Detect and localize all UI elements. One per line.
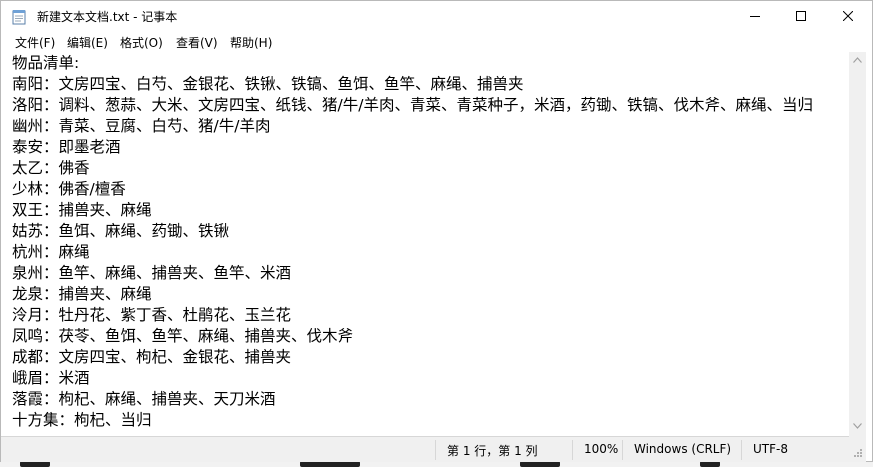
status-separator [435,440,436,460]
menu-view[interactable]: 查看(V) [176,34,218,51]
editor-line: 成都：文房四宝、枸杞、金银花、捕兽夹 [12,348,292,366]
maximize-icon [796,11,806,21]
editor-line: 太乙：佛香 [12,159,90,177]
menu-bar: 文件(F) 编辑(E) 格式(O) 查看(V) 帮助(H) [1,31,872,52]
vertical-scrollbar[interactable] [849,52,866,436]
editor-line: 泰安：即墨老酒 [12,138,121,156]
editor-line: 杭州：麻绳 [12,243,90,261]
editor-line: 凤鸣：茯苓、鱼饵、鱼竿、麻绳、捕兽夹、伐木斧 [12,327,354,345]
editor-line: 姑苏：鱼饵、麻绳、药锄、铁锹 [12,222,230,240]
editor-line: 落霞：枸杞、麻绳、捕兽夹、天刀米酒 [12,390,276,408]
editor-line: 洛阳：调料、葱蒜、大米、文房四宝、纸钱、猪/牛/羊肉、青菜、青菜种子，米酒，药锄… [12,96,813,114]
editor-line: 龙泉：捕兽夹、麻绳 [12,285,152,303]
scroll-down-arrow-icon[interactable] [853,423,862,429]
status-separator [572,440,573,460]
status-separator [622,440,623,460]
title-bar[interactable]: 新建文本文档.txt - 记事本 [1,1,872,31]
close-button[interactable] [825,1,871,31]
menu-help[interactable]: 帮助(H) [230,34,272,51]
window-title: 新建文本文档.txt - 记事本 [37,10,178,24]
close-icon [843,11,853,21]
text-editor[interactable]: 物品清单: 南阳：文房四宝、白芍、金银花、铁锹、铁镐、鱼饵、鱼竿、麻绳、捕兽夹 … [1,52,849,436]
editor-line: 双王：捕兽夹、麻绳 [12,201,152,219]
menu-file[interactable]: 文件(F) [15,34,55,51]
resize-grip-icon[interactable] [853,448,863,458]
minimize-icon [750,16,760,17]
maximize-button[interactable] [778,1,824,31]
editor-line: 物品清单: [12,54,80,72]
notepad-icon [12,9,26,25]
minimize-button[interactable] [732,1,778,31]
editor-line: 泉州：鱼竿、麻绳、捕兽夹、鱼竿、米酒 [12,264,292,282]
editor-line: 少林：佛香/檀香 [12,180,126,198]
editor-line: 南阳：文房四宝、白芍、金银花、铁锹、铁镐、鱼饵、鱼竿、麻绳、捕兽夹 [12,75,524,93]
line-ending: Windows (CRLF) [634,442,732,456]
encoding: UTF-8 [753,442,788,456]
notepad-window: 新建文本文档.txt - 记事本 文件(F) 编辑(E) 格式(O) 查看(V)… [0,0,873,462]
editor-line: 峨眉：米酒 [12,369,90,387]
editor-line: 泠月：牡丹花、紫丁香、杜鹃花、玉兰花 [12,306,292,324]
editor-line: 幽州：青菜、豆腐、白芍、猪/牛/羊肉 [12,117,271,135]
status-bar: 第 1 行，第 1 列 100% Windows (CRLF) UTF-8 [1,436,849,462]
menu-edit[interactable]: 编辑(E) [67,34,108,51]
scroll-up-arrow-icon[interactable] [853,57,862,63]
menu-format[interactable]: 格式(O) [120,34,163,51]
zoom-level: 100% [584,442,619,456]
status-separator [741,440,742,460]
editor-line: 十方集：枸杞、当归 [12,411,152,429]
cursor-position: 第 1 行，第 1 列 [447,444,538,458]
